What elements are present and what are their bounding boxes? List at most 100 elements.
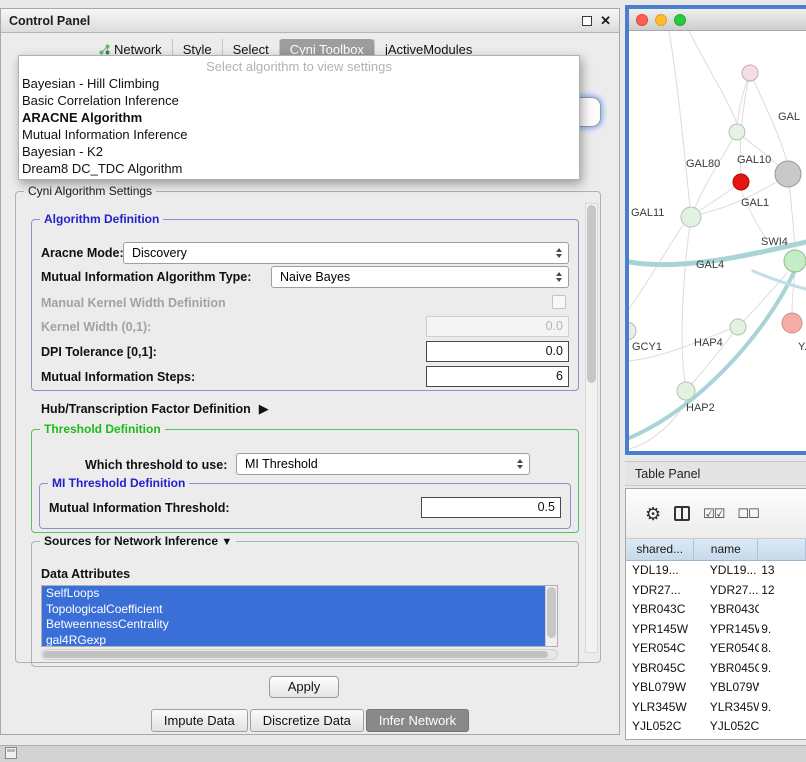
expand-icon[interactable]: ▶	[259, 401, 269, 417]
settings-scrollbar[interactable]	[585, 203, 598, 653]
network-edge[interactable]	[753, 271, 806, 289]
table-row[interactable]: YBR045CYBR045C9.	[626, 659, 806, 679]
float-window-icon[interactable]	[582, 16, 592, 26]
table-row[interactable]: YLR345WYLR345W9.	[626, 698, 806, 718]
network-node[interactable]	[677, 382, 695, 400]
table-cell: YDL19...	[626, 561, 694, 581]
table-row[interactable]: YER054CYER054C8.	[626, 639, 806, 659]
table-row[interactable]: YBL079WYBL079W	[626, 678, 806, 698]
which-threshold-combo[interactable]: MI Threshold	[236, 453, 530, 475]
threshold-definition-title: Threshold Definition	[40, 422, 165, 436]
network-node[interactable]	[782, 313, 802, 333]
algorithm-option[interactable]: Basic Correlation Inference	[19, 92, 579, 109]
kernel-width-label: Kernel Width (0,1):	[41, 320, 151, 334]
mi-threshold-label: Mutual Information Threshold:	[49, 501, 230, 515]
mi-steps-field[interactable]: 6	[426, 366, 569, 387]
combo-value: Naive Bayes	[280, 270, 350, 284]
status-strip	[0, 745, 806, 762]
table-row[interactable]: YPR145WYPR145W9.	[626, 620, 806, 640]
manual-kernel-checkbox[interactable]	[552, 295, 566, 309]
attribute-item[interactable]: SelfLoops	[42, 586, 545, 602]
minimize-button[interactable]	[655, 14, 667, 26]
table-cell	[759, 717, 806, 737]
algorithm-option[interactable]: Bayesian - K2	[19, 143, 579, 160]
network-edge[interactable]	[695, 132, 737, 208]
table-cell: YBR043C	[626, 600, 694, 620]
attribute-item[interactable]: BetweennessCentrality	[42, 617, 545, 633]
algorithm-option[interactable]: ARACNE Algorithm	[19, 109, 579, 126]
network-node[interactable]	[730, 319, 746, 335]
table-row[interactable]: YDL19...YDL19...13	[626, 561, 806, 581]
hub-definition-section[interactable]: Hub/Transcription Factor Definition ▶	[41, 401, 269, 417]
horizontal-scrollbar[interactable]	[41, 649, 558, 660]
attributes-list[interactable]: SelfLoopsTopologicalCoefficientBetweenne…	[41, 585, 558, 647]
network-node[interactable]	[681, 207, 701, 227]
table-row[interactable]: YBR043CYBR043C	[626, 600, 806, 620]
network-node[interactable]	[729, 124, 745, 140]
network-graph[interactable]: GALGAL80GAL10GAL11GAL1SWI4GAL4GCY1HAP4Y.…	[629, 31, 806, 451]
scrollbar-thumb[interactable]	[43, 651, 548, 658]
network-edge[interactable]	[669, 31, 690, 207]
node-label: GAL4	[696, 259, 724, 271]
column-header[interactable]	[758, 539, 806, 560]
network-node[interactable]	[742, 65, 758, 81]
apply-button[interactable]: Apply	[269, 676, 339, 698]
restore-panel-icon[interactable]	[5, 747, 17, 759]
network-edge[interactable]	[699, 187, 734, 211]
table-row[interactable]: YJL052CYJL052C	[626, 717, 806, 737]
node-label: SWI4	[761, 236, 788, 248]
algorithm-option[interactable]: Bayesian - Hill Climbing	[19, 75, 579, 92]
table-row[interactable]: YDR27...YDR27...12	[626, 581, 806, 601]
node-label: GAL80	[686, 158, 720, 170]
network-edge[interactable]	[689, 31, 737, 124]
columns-icon[interactable]	[674, 506, 690, 521]
scrollbar-thumb[interactable]	[547, 587, 556, 638]
bottom-tab-impute-data[interactable]: Impute Data	[151, 709, 248, 732]
mi-steps-label: Mutual Information Steps:	[41, 370, 195, 384]
attribute-item[interactable]: TopologicalCoefficient	[42, 602, 545, 618]
close-button[interactable]	[636, 14, 648, 26]
node-label: GAL1	[741, 197, 769, 209]
mi-type-combo[interactable]: Naive Bayes	[271, 266, 569, 288]
sources-title: Sources for Network Inference	[44, 534, 218, 548]
node-label: GAL10	[737, 154, 771, 166]
bottom-tab-discretize-data[interactable]: Discretize Data	[250, 709, 364, 732]
table-cell: YLR345W	[626, 698, 694, 718]
table-header: shared...name	[626, 539, 806, 561]
table-cell: YBR045C	[694, 659, 759, 679]
column-header[interactable]: shared...	[626, 539, 694, 560]
node-label: GAL11	[631, 207, 664, 219]
aracne-mode-combo[interactable]: Discovery	[123, 242, 569, 264]
network-node[interactable]	[784, 250, 806, 272]
scrollbar-thumb[interactable]	[587, 205, 596, 383]
table-cell: YBL079W	[626, 678, 694, 698]
algorithm-option[interactable]: Dream8 DC_TDC Algorithm	[19, 160, 579, 177]
column-header[interactable]: name	[694, 539, 758, 560]
network-node[interactable]	[775, 161, 801, 187]
attributes-scrollbar[interactable]	[545, 586, 557, 646]
network-node[interactable]	[629, 322, 636, 340]
attributes-rows: SelfLoopsTopologicalCoefficientBetweenne…	[42, 586, 545, 646]
combo-value: MI Threshold	[245, 457, 318, 471]
zoom-button[interactable]	[674, 14, 686, 26]
network-node[interactable]	[733, 174, 749, 190]
attribute-item[interactable]: gal4RGexp	[42, 633, 545, 648]
algorithm-option[interactable]: Mutual Information Inference	[19, 126, 579, 143]
collapse-icon[interactable]: ▼	[221, 536, 232, 548]
dpi-tolerance-field[interactable]: 0.0	[426, 341, 569, 362]
dropdown-placeholder[interactable]: Select algorithm to view settings	[19, 58, 579, 75]
stepper-icon	[551, 243, 566, 263]
mi-threshold-field[interactable]: 0.5	[421, 497, 561, 518]
aracne-mode-label: Aracne Mode:	[41, 246, 124, 260]
manual-kernel-label: Manual Kernel Width Definition	[41, 296, 226, 310]
network-edge[interactable]	[682, 217, 691, 382]
bottom-tab-infer-network[interactable]: Infer Network	[366, 709, 469, 732]
table-cell: YDR27...	[626, 581, 694, 601]
algorithm-definition-title: Algorithm Definition	[40, 212, 163, 226]
network-edge[interactable]	[629, 225, 683, 309]
table-cell: YJL052C	[694, 717, 759, 737]
gear-icon[interactable]: ⚙	[645, 505, 661, 523]
deselect-all-columns-icon[interactable]: ☐☐	[737, 506, 758, 522]
close-icon[interactable]: ✕	[600, 13, 611, 29]
select-all-columns-icon[interactable]: ☑☑	[703, 506, 724, 522]
